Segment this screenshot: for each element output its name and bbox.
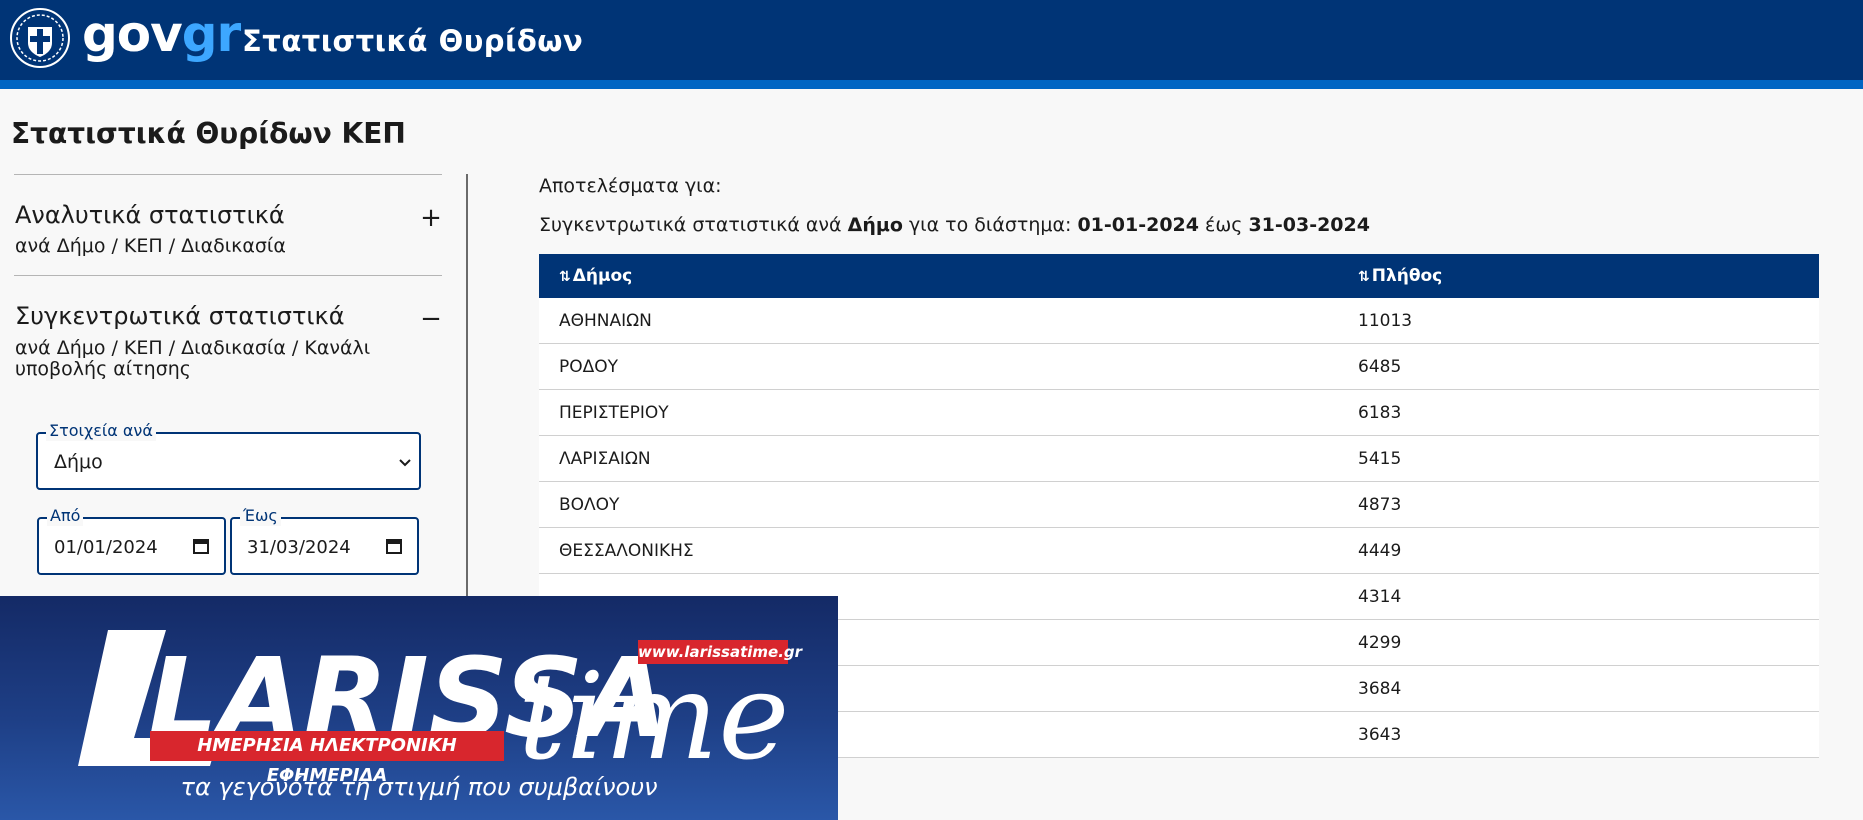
summary-prefix: Συγκεντρωτικά στατιστικά ανά [539, 214, 842, 236]
date-to-field[interactable]: Έως 31/03/2024 [230, 506, 419, 575]
cell-count: 4873 [1358, 495, 1402, 515]
group-by-select[interactable]: Στοιχεία ανά Δήμο [36, 421, 421, 490]
table-row: ΠΕΡΙΣΤΕΡΙΟΥ 6183 [539, 390, 1819, 436]
greek-emblem-icon[interactable] [9, 7, 71, 69]
cell-municipality: ΒΟΛΟΥ [559, 495, 620, 515]
summary-date-from: 01-01-2024 [1077, 214, 1199, 236]
calendar-icon[interactable] [192, 537, 210, 555]
header-stripe [0, 80, 1863, 89]
column-header-municipality[interactable]: ⇅ Δήμος [559, 254, 632, 298]
page-title: Στατιστικά Θυρίδων ΚΕΠ [11, 117, 406, 150]
plus-icon[interactable]: + [420, 205, 442, 231]
chevron-down-icon [399, 459, 411, 467]
table-row: ΡΟΔΟΥ 6485 [539, 344, 1819, 390]
cell-municipality: ΠΕΡΙΣΤΕΡΙΟΥ [559, 403, 669, 423]
cell-count: 4299 [1358, 633, 1402, 653]
brand-gr-text: gr [181, 5, 241, 63]
sidebar-divider [14, 275, 442, 276]
cell-count: 3643 [1358, 725, 1402, 745]
accordion-title[interactable]: Αναλυτικά στατιστικά [15, 200, 285, 230]
calendar-icon[interactable] [385, 537, 403, 555]
table-row: ΒΟΛΟΥ 4873 [539, 482, 1819, 528]
accordion-title[interactable]: Συγκεντρωτικά στατιστικά [15, 301, 345, 331]
group-by-label: Στοιχεία ανά [46, 421, 156, 441]
summary-date-to: 31-03-2024 [1248, 214, 1370, 236]
cell-count: 4449 [1358, 541, 1402, 561]
brand-gov-text: gov [82, 5, 183, 63]
cell-municipality: ΑΘΗΝΑΙΩΝ [559, 311, 652, 331]
results-label: Αποτελέσματα για: [539, 175, 722, 197]
cell-count: 3684 [1358, 679, 1402, 699]
date-from-field[interactable]: Από 01/01/2024 [37, 506, 226, 575]
app-title: Στατιστικά Θυρίδων [242, 24, 584, 58]
sort-icon: ⇅ [559, 269, 571, 285]
govgr-logo[interactable]: govgr [82, 4, 241, 64]
accordion-subtitle: ανά Δήμο / ΚΕΠ / Διαδικασία [15, 235, 286, 257]
summary-dimension: Δήμο [847, 214, 903, 236]
sort-icon: ⇅ [1358, 269, 1370, 285]
ad-url-badge[interactable]: www.larissatime.gr [638, 640, 802, 664]
cell-municipality: ΛΑΡΙΣΑΙΩΝ [559, 449, 651, 469]
sidebar-divider [14, 174, 442, 175]
date-from-label: Από [47, 506, 84, 526]
table-row: ΛΑΡΙΣΑΙΩΝ 5415 [539, 436, 1819, 482]
cell-municipality: ΘΕΣΣΑΛΟΝΙΚΗΣ [559, 541, 694, 561]
summary-separator: έως [1205, 214, 1243, 236]
cell-count: 11013 [1358, 311, 1413, 331]
cell-count: 6183 [1358, 403, 1402, 423]
table-row: ΑΘΗΝΑΙΩΝ 11013 [539, 298, 1819, 344]
logo-time-text: time [518, 648, 788, 778]
cell-municipality: ΡΟΔΟΥ [559, 357, 619, 377]
cell-count: 5415 [1358, 449, 1402, 469]
larissatime-advertisement[interactable]: LARISSA time www.larissatime.gr ΗΜΕΡΗΣΙΑ… [0, 596, 838, 820]
group-by-value: Δήμο [54, 451, 103, 473]
date-to-label: Έως [240, 506, 281, 526]
top-header: govgr Στατιστικά Θυρίδων [0, 0, 1863, 80]
column-label: Πλήθος [1371, 266, 1443, 286]
minus-icon[interactable]: − [420, 306, 442, 332]
cell-count: 4314 [1358, 587, 1402, 607]
results-summary: Συγκεντρωτικά στατιστικά ανά Δήμο για το… [539, 214, 1370, 236]
column-header-count[interactable]: ⇅ Πλήθος [1358, 254, 1442, 298]
table-row: ΘΕΣΣΑΛΟΝΙΚΗΣ 4449 [539, 528, 1819, 574]
column-label: Δήμος [572, 266, 633, 286]
ad-tagline: τα γεγονότα τη στιγμή που συμβαίνουν [180, 773, 658, 801]
accordion-subtitle: ανά Δήμο / ΚΕΠ / Διαδικασία / Κανάλι υπο… [15, 337, 371, 380]
date-from-value: 01/01/2024 [54, 537, 158, 558]
table-header: ⇅ Δήμος ⇅ Πλήθος [539, 254, 1819, 298]
summary-middle: για το διάστημα: [908, 214, 1072, 236]
cell-count: 6485 [1358, 357, 1402, 377]
date-to-value: 31/03/2024 [247, 537, 351, 558]
ad-subtitle-strip: ΗΜΕΡΗΣΙΑ ΗΛΕΚΤΡΟΝΙΚΗ ΕΦΗΜΕΡΙΔΑ [150, 731, 504, 786]
